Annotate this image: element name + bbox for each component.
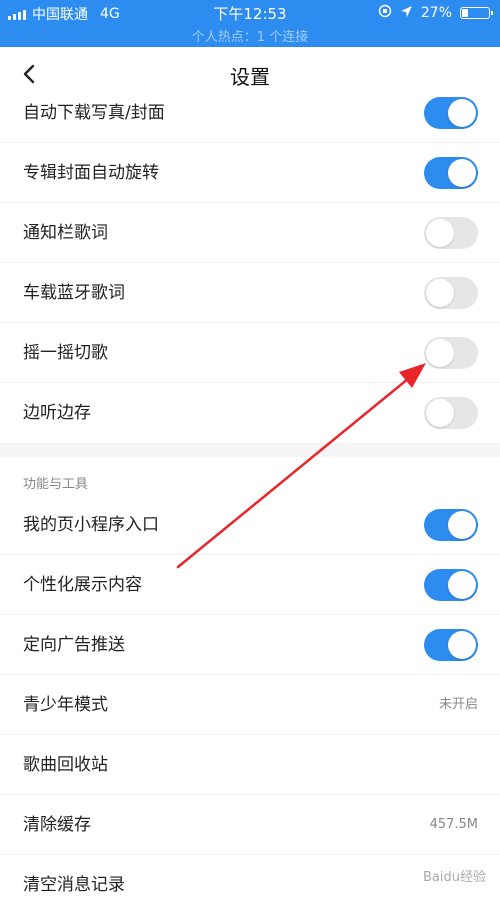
toggle-knob	[426, 399, 454, 427]
setting-label: 边听边存	[23, 403, 91, 423]
settings-row[interactable]: 车载蓝牙歌词	[0, 263, 500, 323]
status-right: 27%	[378, 4, 493, 22]
setting-label: 车载蓝牙歌词	[23, 283, 125, 303]
rotation-lock-icon	[378, 4, 392, 22]
settings-row[interactable]: 摇一摇切歌	[0, 323, 500, 383]
settings-row[interactable]: 我的页小程序入口	[0, 495, 500, 555]
section-title: 功能与工具	[23, 477, 89, 492]
settings-row[interactable]: 通知栏歌词	[0, 203, 500, 263]
setting-label: 定向广告推送	[23, 635, 125, 655]
section-header: 功能与工具	[0, 457, 500, 495]
setting-toggle[interactable]	[424, 337, 478, 369]
setting-label: 通知栏歌词	[23, 223, 108, 243]
setting-value: 未开启	[438, 697, 478, 712]
setting-toggle[interactable]	[424, 97, 478, 129]
setting-toggle[interactable]	[424, 569, 478, 601]
setting-toggle[interactable]	[424, 629, 478, 661]
section-divider	[0, 443, 500, 457]
toggle-knob	[426, 339, 454, 367]
setting-label: 歌曲回收站	[23, 755, 108, 775]
toggle-knob	[448, 99, 476, 127]
setting-label: 专辑封面自动旋转	[23, 163, 159, 183]
toggle-knob	[448, 631, 476, 659]
setting-toggle[interactable]	[424, 397, 478, 429]
settings-row[interactable]: 自动下载写真/封面	[0, 83, 500, 143]
setting-label: 清除缓存	[23, 815, 91, 835]
settings-row[interactable]: 定向广告推送	[0, 615, 500, 675]
toggle-knob	[448, 511, 476, 539]
settings-row[interactable]: 边听边存	[0, 383, 500, 443]
setting-toggle[interactable]	[424, 277, 478, 309]
setting-toggle[interactable]	[424, 509, 478, 541]
setting-label: 摇一摇切歌	[23, 343, 108, 363]
battery-icon	[460, 7, 493, 19]
settings-row[interactable]: 青少年模式 未开启	[0, 675, 500, 735]
toggle-knob	[448, 159, 476, 187]
status-bar: 中国联通 4G 下午12:53 27% 个人热点：1 个连接	[0, 0, 500, 47]
settings-row[interactable]: 清空消息记录	[0, 855, 500, 915]
toggle-knob	[426, 279, 454, 307]
setting-value: 457.5M	[429, 817, 478, 832]
settings-row[interactable]: 歌曲回收站	[0, 735, 500, 795]
battery-fill	[462, 9, 468, 17]
setting-label: 自动下载写真/封面	[23, 103, 165, 123]
location-icon	[400, 5, 413, 22]
setting-label: 我的页小程序入口	[23, 515, 159, 535]
settings-row[interactable]: 清除缓存 457.5M	[0, 795, 500, 855]
toggle-knob	[426, 219, 454, 247]
settings-row[interactable]: 个性化展示内容	[0, 555, 500, 615]
battery-percent: 27%	[420, 5, 452, 21]
settings-list: 自动下载写真/封面 专辑封面自动旋转 通知栏歌词 车载蓝牙歌词 摇一摇切歌 边听…	[0, 83, 500, 915]
setting-label: 个性化展示内容	[23, 575, 142, 595]
setting-label: 清空消息记录	[23, 875, 125, 895]
toggle-knob	[448, 571, 476, 599]
setting-label: 青少年模式	[23, 695, 108, 715]
hotspot-banner[interactable]: 个人热点：1 个连接	[0, 26, 500, 45]
setting-toggle[interactable]	[424, 157, 478, 189]
watermark: Baidu经验	[423, 870, 486, 885]
setting-toggle[interactable]	[424, 217, 478, 249]
settings-row[interactable]: 专辑封面自动旋转	[0, 143, 500, 203]
